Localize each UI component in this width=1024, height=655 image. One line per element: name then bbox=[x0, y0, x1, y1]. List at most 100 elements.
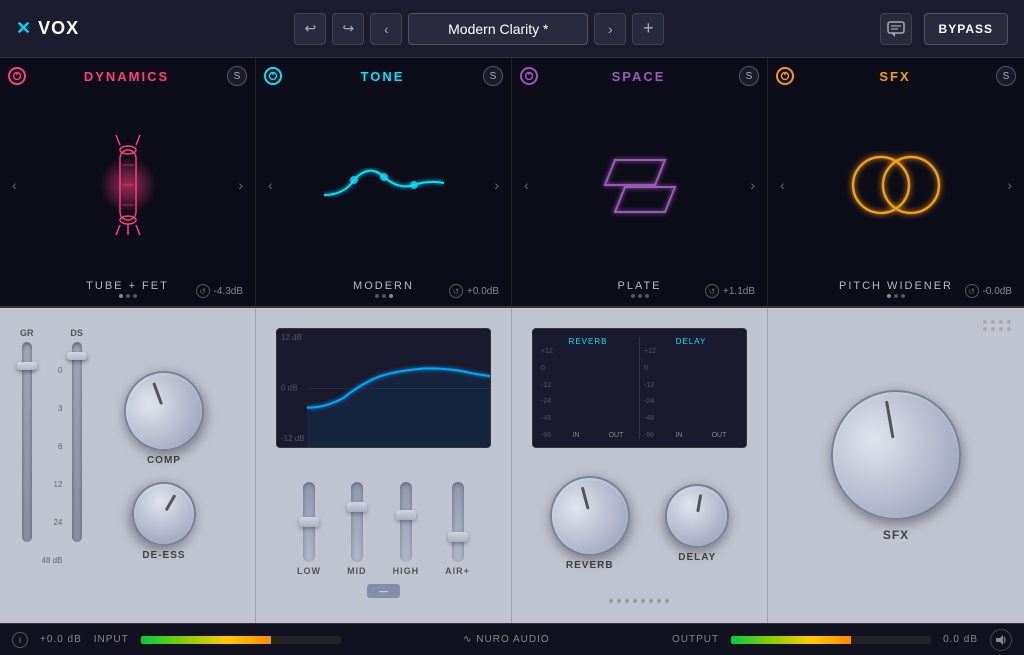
space-next-button[interactable]: › bbox=[746, 173, 759, 197]
input-db: +0.0 dB bbox=[40, 634, 82, 645]
gr-thumb[interactable] bbox=[17, 362, 37, 370]
eq-display: 12 dB 0 dB -12 dB bbox=[276, 328, 491, 448]
meter-divider bbox=[639, 337, 640, 439]
modules-top-row: DYNAMICS S ‹ bbox=[0, 58, 1024, 308]
sfx-dots-grid bbox=[983, 320, 1012, 331]
volume-button[interactable] bbox=[990, 629, 1012, 651]
space-knobs: REVERB DELAY bbox=[532, 456, 747, 591]
preset-name[interactable]: Modern Clarity * bbox=[408, 13, 588, 45]
sfx-knob[interactable] bbox=[821, 379, 972, 530]
sfx-dot bbox=[999, 327, 1003, 331]
sfx-clock-icon: ↺ bbox=[965, 284, 979, 298]
delay-scale: +120-12-24-48-96 bbox=[644, 348, 658, 439]
bypass-button[interactable]: BYPASS bbox=[924, 13, 1008, 45]
space-control-area: REVERB +120-12-24-48-96 IN bbox=[524, 320, 755, 611]
delay-out-label: OUT bbox=[712, 432, 727, 439]
sfx-dot bbox=[991, 320, 995, 324]
airplus-thumb[interactable] bbox=[448, 532, 468, 542]
space-module: SPACE S ‹ bbox=[512, 58, 768, 306]
space-s-button[interactable]: S bbox=[739, 66, 759, 86]
add-preset-button[interactable]: + bbox=[632, 13, 664, 45]
next-preset-button[interactable]: › bbox=[594, 13, 626, 45]
space-nav: ‹ › bbox=[520, 90, 759, 280]
undo-button[interactable]: ↩ bbox=[294, 13, 326, 45]
output-label: OUTPUT bbox=[672, 634, 719, 645]
ds-thumb[interactable] bbox=[67, 352, 87, 360]
mid-fader[interactable] bbox=[351, 482, 363, 562]
space-power-button[interactable] bbox=[520, 67, 538, 85]
eq-mode-button[interactable]: — bbox=[367, 584, 400, 598]
sfx-prev-button[interactable]: ‹ bbox=[776, 173, 789, 197]
delay-in-label: IN bbox=[675, 432, 682, 439]
gr-slider[interactable] bbox=[22, 342, 32, 542]
scale-6: 6 bbox=[42, 442, 63, 451]
comp-knob[interactable] bbox=[113, 359, 216, 462]
sfx-dot bbox=[999, 320, 1003, 324]
delay-knob[interactable] bbox=[660, 479, 734, 553]
dot bbox=[119, 294, 123, 298]
high-thumb[interactable] bbox=[396, 510, 416, 520]
sfx-nav: ‹ › bbox=[776, 90, 1016, 280]
redo-button[interactable]: ↪ bbox=[332, 13, 364, 45]
tone-power-button[interactable] bbox=[264, 67, 282, 85]
dynamics-next-button[interactable]: › bbox=[234, 173, 247, 197]
dynamics-icon bbox=[21, 130, 235, 240]
header: ✕ VOX ↩ ↪ ‹ Modern Clarity * › + BYPASS bbox=[0, 0, 1024, 58]
dynamics-module: DYNAMICS S ‹ bbox=[0, 58, 256, 306]
reverb-knob[interactable] bbox=[541, 467, 639, 565]
dynamics-db-value: -4.3dB bbox=[214, 286, 243, 297]
tone-s-button[interactable]: S bbox=[483, 66, 503, 86]
speaker-dot bbox=[657, 599, 661, 603]
sfx-icon bbox=[789, 140, 1004, 230]
delay-in-bar: IN bbox=[660, 430, 698, 439]
sfx-control-area: SFX bbox=[780, 320, 1012, 611]
sfx-effect-name: PITCH WIDENER bbox=[839, 280, 953, 292]
tone-dots bbox=[375, 294, 393, 298]
tone-prev-button[interactable]: ‹ bbox=[264, 173, 277, 197]
sfx-s-button[interactable]: S bbox=[996, 66, 1016, 86]
space-icon bbox=[533, 135, 747, 235]
high-fader[interactable] bbox=[400, 482, 412, 562]
speaker-dot bbox=[625, 599, 629, 603]
dynamics-s-button[interactable]: S bbox=[227, 66, 247, 86]
speaker-dot bbox=[649, 599, 653, 603]
dynamics-prev-button[interactable]: ‹ bbox=[8, 173, 21, 197]
mid-thumb[interactable] bbox=[347, 502, 367, 512]
speaker-dot bbox=[641, 599, 645, 603]
logo-text: VOX bbox=[38, 18, 79, 39]
info-button[interactable]: i bbox=[12, 632, 28, 648]
low-fader[interactable] bbox=[303, 482, 315, 562]
mid-fader-item: MID bbox=[347, 482, 367, 576]
dot bbox=[638, 294, 642, 298]
deess-knob[interactable] bbox=[120, 470, 207, 557]
dot bbox=[901, 294, 905, 298]
space-prev-button[interactable]: ‹ bbox=[520, 173, 533, 197]
logo-x: ✕ bbox=[16, 18, 32, 39]
sfx-power-button[interactable] bbox=[776, 67, 794, 85]
eq-faders: LOW MID HIGH bbox=[276, 456, 491, 576]
low-label: LOW bbox=[297, 566, 321, 576]
sfx-next-button[interactable]: › bbox=[1003, 173, 1016, 197]
scale-3: 3 bbox=[42, 404, 63, 413]
input-meter-fill bbox=[141, 636, 271, 644]
airplus-fader[interactable] bbox=[452, 482, 464, 562]
input-meter bbox=[141, 636, 341, 644]
tone-next-button[interactable]: › bbox=[490, 173, 503, 197]
chat-button[interactable] bbox=[880, 13, 912, 45]
ds-slider[interactable] bbox=[72, 342, 82, 542]
space-db-value: +1.1dB bbox=[723, 286, 755, 297]
delay-meter-section: DELAY +120-12-24-48-96 IN bbox=[644, 337, 738, 439]
scale-12: 12 bbox=[42, 480, 63, 489]
sfx-knob-label: SFX bbox=[883, 528, 909, 542]
prev-preset-button[interactable]: ‹ bbox=[370, 13, 402, 45]
dynamics-nav: ‹ bbox=[8, 90, 247, 280]
gr-fader-label: GR bbox=[20, 328, 34, 338]
tone-controls: 12 dB 0 dB -12 dB bbox=[256, 308, 512, 623]
gr-scale: 0 3 6 12 24 48 dB bbox=[40, 366, 65, 566]
dot bbox=[645, 294, 649, 298]
dot bbox=[894, 294, 898, 298]
dynamics-power-button[interactable] bbox=[8, 67, 26, 85]
app-logo: ✕ VOX bbox=[16, 18, 79, 39]
meters-display: REVERB +120-12-24-48-96 IN bbox=[532, 328, 747, 448]
low-thumb[interactable] bbox=[299, 517, 319, 527]
